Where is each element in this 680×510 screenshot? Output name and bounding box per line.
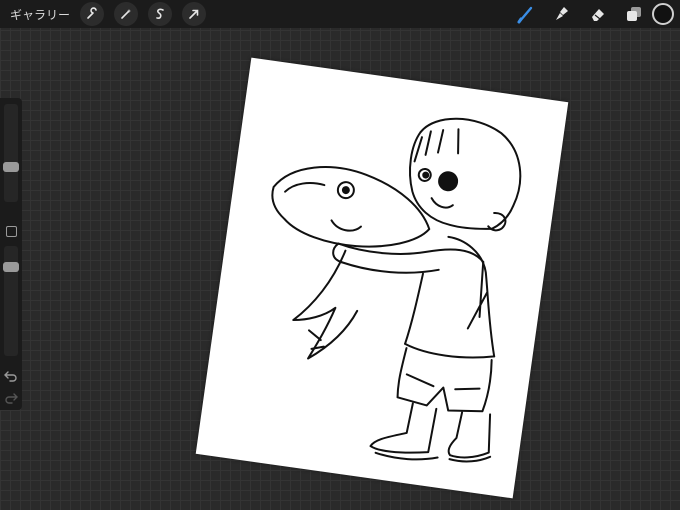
selection-icon[interactable]	[148, 2, 173, 26]
undo-icon[interactable]	[3, 368, 19, 382]
brush-size-slider[interactable]	[4, 104, 18, 202]
redo-icon[interactable]	[3, 390, 19, 404]
drawing-canvas[interactable]	[195, 57, 569, 499]
square-icon[interactable]	[6, 226, 17, 237]
wrench-icon[interactable]	[80, 2, 105, 26]
transform-arrow-icon[interactable]	[182, 2, 207, 26]
opacity-thumb[interactable]	[3, 262, 19, 272]
layers-icon[interactable]	[616, 0, 652, 28]
left-sidebar	[0, 98, 22, 410]
smudge-icon[interactable]	[544, 0, 580, 28]
sketch-artwork	[271, 117, 522, 463]
brush-icon[interactable]	[508, 0, 544, 28]
gallery-button[interactable]: ギャラリー	[10, 6, 70, 23]
color-picker-button[interactable]	[652, 3, 674, 25]
top-toolbar: ギャラリー	[0, 0, 680, 28]
eraser-icon[interactable]	[580, 0, 616, 28]
right-tool-group	[508, 0, 680, 28]
magic-wand-icon[interactable]	[114, 2, 139, 26]
brush-size-thumb[interactable]	[3, 162, 19, 173]
